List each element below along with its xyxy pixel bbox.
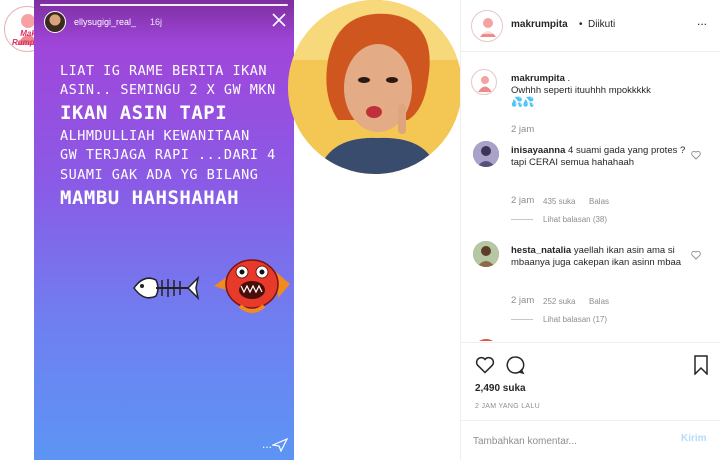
woman-portrait-image — [288, 0, 460, 174]
comment-bubble-icon[interactable] — [505, 355, 525, 375]
story-screenshot: ellysugigi_real_ 16j LIAT IG RAME BERITA… — [34, 0, 294, 460]
likes-count[interactable]: 2,490 suka — [475, 383, 526, 394]
comment-username[interactable]: inisayaanna — [511, 145, 565, 156]
story-line: IKAN ASIN TAPI — [60, 102, 228, 125]
heart-icon[interactable] — [691, 150, 701, 160]
add-comment-bar: Kirim — [461, 420, 720, 460]
brand-avatar-icon — [478, 18, 498, 37]
fishbone-icon — [133, 275, 200, 301]
post-author-avatar[interactable] — [471, 10, 503, 42]
story-line: SUAMI GAK ADA YG BILANG — [60, 166, 259, 183]
commenter-avatar[interactable] — [473, 141, 499, 167]
post-media: Mak Rumpita ellysugigi_real_ 16j LIAT IG… — [0, 0, 460, 460]
comment-username[interactable]: hesta_natalia — [511, 245, 571, 256]
story-progress-bar — [40, 4, 288, 6]
story-time: 16j — [150, 17, 163, 27]
red-fish-icon — [214, 259, 290, 313]
commenter-avatar[interactable] — [473, 241, 499, 267]
post-panel: makrumpita • Diikuti ... makrumpita . Ow… — [460, 0, 720, 460]
caption-emoji: 💦💦 — [511, 97, 535, 108]
replies-divider — [511, 219, 533, 220]
comment-text: hesta_natalia yaellah ikan asin ama si m… — [511, 245, 697, 269]
more-options-icon[interactable]: ... — [697, 14, 707, 28]
follow-status[interactable]: Diikuti — [588, 19, 615, 30]
replies-divider — [511, 319, 533, 320]
comment-likes[interactable]: 252 suka — [543, 297, 575, 306]
bookmark-icon[interactable] — [693, 355, 709, 375]
reply-button[interactable]: Balas — [589, 197, 609, 206]
commenter-avatar[interactable] — [473, 339, 499, 341]
send-icon[interactable] — [272, 438, 288, 452]
comments-list: makrumpita . Owhhh seperti ituuhhh mpokk… — [461, 53, 720, 341]
comment-input[interactable] — [473, 433, 663, 449]
story-line: ALHMDULLIAH KEWANITAAN — [60, 128, 250, 145]
like-heart-icon[interactable] — [475, 355, 495, 375]
post-actions: 2,490 suka 2 JAM YANG LALU — [461, 342, 720, 428]
story-line: GW TERJAGA RAPI ...DARI 4 — [60, 147, 276, 164]
separator-dot: • — [579, 19, 583, 30]
heart-icon[interactable] — [691, 250, 701, 260]
post-timestamp: 2 JAM YANG LALU — [475, 403, 540, 410]
user-avatar-icon — [473, 241, 499, 267]
brand-avatar-icon — [478, 76, 492, 92]
user-avatar-icon — [473, 141, 499, 167]
post-author-username[interactable]: makrumpita — [511, 19, 568, 30]
story-line: MAMBU HAHSHAHAH — [60, 186, 240, 209]
view-replies-link[interactable]: Lihat balasan (38) — [543, 215, 607, 224]
comment-likes[interactable]: 435 suka — [543, 197, 575, 206]
reply-button[interactable]: Balas — [589, 297, 609, 306]
story-text: LIAT IG RAME BERITA IKAN ASIN.. SEMINGU … — [60, 62, 286, 212]
profile-photo — [288, 0, 460, 174]
story-avatar — [44, 11, 66, 33]
story-username: ellysugigi_real_ — [74, 17, 137, 27]
comment-text: inisayaanna 4 suami gada yang protes ? t… — [511, 145, 697, 169]
story-line: LIAT IG RAME BERITA IKAN — [60, 63, 268, 79]
caption-time[interactable]: 2 jam — [511, 124, 534, 135]
comment-time[interactable]: 2 jam — [511, 195, 534, 206]
caption-suffix: . — [564, 73, 571, 84]
caption-text: makrumpita . Owhhh seperti ituuhhh mpokk… — [511, 73, 697, 109]
story-top-gradient — [34, 0, 294, 44]
story-line: ASIN.. SEMINGU 2 X GW MKN — [60, 82, 276, 99]
caption-avatar[interactable] — [471, 69, 497, 95]
view-replies-link[interactable]: Lihat balasan (17) — [543, 315, 607, 324]
caption-body: Owhhh seperti ituuhhh mpokkkkk — [511, 85, 651, 96]
caption-username[interactable]: makrumpita — [511, 73, 565, 84]
close-icon[interactable] — [272, 13, 286, 27]
post-comment-button[interactable]: Kirim — [681, 433, 707, 444]
story-more-icon[interactable]: ... — [262, 437, 272, 451]
comment-time[interactable]: 2 jam — [511, 295, 534, 306]
post-header: makrumpita • Diikuti ... — [461, 0, 720, 52]
